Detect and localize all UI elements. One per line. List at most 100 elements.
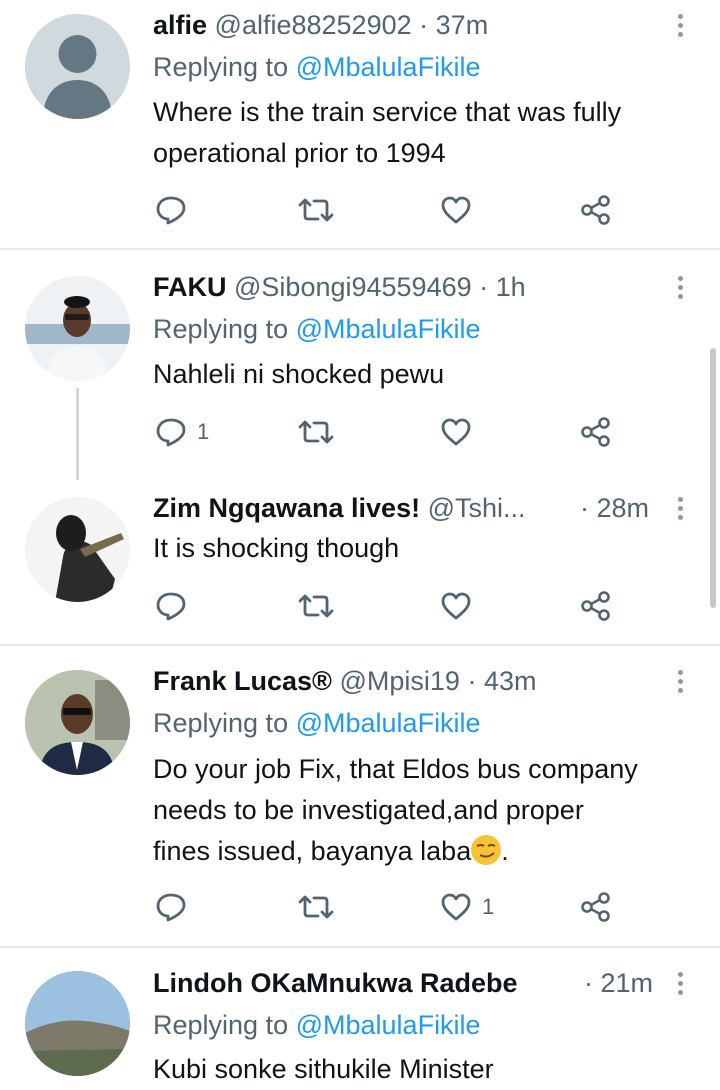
tweet-actions: 1 [155, 890, 615, 924]
avatar-default[interactable] [25, 14, 130, 119]
retweet-button[interactable] [298, 193, 334, 227]
tweet-text-line: Where is the train service that was full… [153, 97, 622, 127]
display-name[interactable]: Lindoh OKaMnukwa Radebe [153, 968, 518, 998]
like-icon [441, 592, 471, 620]
like-button[interactable] [440, 589, 482, 623]
retweet-icon [298, 594, 334, 618]
user-handle[interactable]: @Sibongi94559469 [234, 272, 472, 302]
timestamp[interactable]: 21m [601, 968, 654, 998]
tweet-text: Where is the train service that was full… [153, 92, 698, 174]
like-count: 1 [482, 894, 495, 919]
share-button[interactable] [580, 589, 612, 623]
tweet-header: FAKU @Sibongi94559469 · 1h [153, 270, 526, 304]
user-photo-icon [25, 670, 130, 775]
separator-dot: · [580, 493, 589, 523]
display-name[interactable]: FAKU [153, 272, 227, 302]
more-icon[interactable] [672, 966, 688, 1000]
separator-dot: · [467, 666, 477, 696]
share-button[interactable] [580, 415, 612, 449]
display-name[interactable]: Zim Ngqawana lives! [153, 493, 420, 523]
mention-link[interactable]: @MbalulaFikile [296, 314, 481, 344]
tweet-text-suffix: . [501, 836, 509, 866]
timestamp[interactable]: 37m [436, 10, 489, 40]
tweet-actions [155, 193, 615, 227]
tweet-text-line: Do your job Fix, that Eldos bus company [153, 754, 638, 784]
like-icon [441, 893, 471, 921]
replying-to: Replying to @MbalulaFikile [153, 1008, 481, 1042]
user-photo-icon [25, 971, 130, 1076]
smirking-face-emoji-icon [471, 835, 502, 865]
replying-to-label: Replying to [153, 314, 289, 344]
tweet-time: · 28m [580, 491, 649, 525]
retweet-button[interactable] [298, 415, 334, 449]
reply-icon [156, 893, 186, 922]
retweet-button[interactable] [298, 890, 334, 924]
separator-dot: · [584, 968, 593, 998]
timestamp[interactable]: 28m [597, 493, 650, 523]
display-name[interactable]: Frank Lucas® [153, 666, 332, 696]
share-icon [581, 892, 610, 922]
avatar-zim[interactable] [25, 497, 130, 602]
reply-count: 1 [197, 419, 210, 444]
tweet-lindoh[interactable]: Lindoh OKaMnukwa Radebe · 21m Replying t… [0, 948, 720, 1090]
tweet-zim[interactable]: Zim Ngqawana lives! @Tshi... · 28m It is… [0, 485, 720, 645]
reply-button[interactable] [155, 890, 197, 924]
retweet-icon [298, 198, 334, 222]
user-handle[interactable]: @Mpisi19 [339, 666, 459, 696]
more-icon[interactable] [672, 8, 688, 42]
tweet-text-line: Kubi sonke sithukile Minister [153, 1054, 494, 1084]
separator-dot: · [479, 272, 489, 302]
tweet-header: Lindoh OKaMnukwa Radebe [153, 966, 518, 1000]
like-button[interactable] [440, 193, 482, 227]
retweet-icon [298, 895, 334, 919]
mention-link[interactable]: @MbalulaFikile [296, 52, 481, 82]
tweet-text-line: needs to be investigated,and proper [153, 795, 584, 825]
tweet-time: · 21m [584, 966, 653, 1000]
like-button[interactable]: 1 [440, 890, 494, 924]
tweet-text: It is shocking though [153, 528, 698, 569]
replying-to-label: Replying to [153, 52, 289, 82]
tweet-header: Frank Lucas® @Mpisi19 · 43m [153, 664, 537, 698]
tweet-actions: 1 [155, 415, 615, 449]
tweet-text: Kubi sonke sithukile Minister [153, 1049, 698, 1090]
avatar-frank[interactable] [25, 670, 130, 775]
mention-link[interactable]: @MbalulaFikile [296, 1010, 481, 1040]
reply-button[interactable] [155, 193, 197, 227]
timestamp[interactable]: 1h [496, 272, 526, 302]
tweet-frank-lucas[interactable]: Frank Lucas® @Mpisi19 · 43m Replying to … [0, 646, 720, 946]
separator-dot: · [419, 10, 429, 40]
replying-to: Replying to @MbalulaFikile [153, 50, 481, 84]
share-button[interactable] [580, 193, 612, 227]
reply-button[interactable] [155, 589, 197, 623]
tweet-text: Nahleli ni shocked pewu [153, 354, 698, 395]
user-photo-icon [25, 276, 130, 381]
user-handle[interactable]: @alfie88252902 [215, 10, 412, 40]
timestamp[interactable]: 43m [484, 666, 537, 696]
avatar-lindoh[interactable] [25, 971, 130, 1076]
avatar-faku[interactable] [25, 276, 130, 381]
more-icon[interactable] [672, 664, 688, 698]
tweet-header: Zim Ngqawana lives! @Tshi... [153, 491, 526, 525]
tweet-text-line: Nahleli ni shocked pewu [153, 359, 445, 389]
replying-to-label: Replying to [153, 1010, 289, 1040]
user-handle[interactable]: @Tshi... [428, 493, 526, 523]
scrollbar[interactable] [710, 348, 716, 608]
reply-button[interactable]: 1 [155, 415, 209, 449]
share-button[interactable] [580, 890, 612, 924]
share-icon [581, 195, 610, 225]
thread-connector [76, 388, 79, 480]
share-icon [581, 591, 610, 621]
display-name[interactable]: alfie [153, 10, 207, 40]
reply-icon [156, 196, 186, 225]
retweet-button[interactable] [298, 589, 334, 623]
more-icon[interactable] [672, 270, 688, 304]
tweet-header: alfie @alfie88252902 · 37m [153, 8, 488, 42]
tweet-text-line: operational prior to 1994 [153, 138, 446, 168]
like-icon [441, 196, 471, 224]
like-button[interactable] [440, 415, 482, 449]
tweet-alfie[interactable]: alfie @alfie88252902 · 37m Replying to @… [0, 0, 720, 250]
default-avatar-icon [25, 14, 130, 119]
tweet-faku[interactable]: FAKU @Sibongi94559469 · 1h Replying to @… [0, 250, 720, 485]
mention-link[interactable]: @MbalulaFikile [296, 708, 481, 738]
more-icon[interactable] [672, 491, 688, 525]
